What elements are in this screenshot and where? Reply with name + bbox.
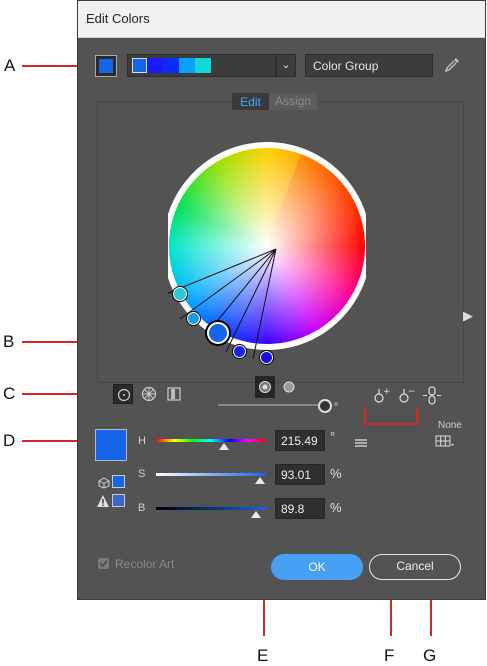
hue-slider[interactable] (156, 439, 266, 442)
cancel-button[interactable]: Cancel (369, 554, 461, 580)
smooth-wheel-icon[interactable] (113, 384, 133, 404)
chevron-down-icon: ⌄ (281, 59, 291, 71)
color-marker[interactable] (233, 345, 246, 358)
callout-b-label: B (3, 332, 15, 351)
color-marker[interactable] (173, 287, 187, 301)
brightness-end-mark (334, 402, 338, 406)
base-color-swatch[interactable] (95, 429, 127, 461)
brightness-slider[interactable] (218, 404, 323, 406)
color-marker[interactable] (260, 351, 273, 364)
callout-d-label: D (3, 431, 16, 450)
eyedropper-icon[interactable] (442, 55, 462, 75)
hue-value-field[interactable]: 215.49 (275, 430, 325, 451)
brightness-unit: % (330, 500, 342, 515)
color-reduction-label: None (438, 420, 462, 431)
hue-label: H (138, 435, 146, 447)
svg-text:−: − (408, 387, 416, 397)
callout-f-label: F (384, 646, 395, 665)
group-swatch[interactable] (195, 58, 211, 73)
saturation-label: S (138, 468, 146, 480)
color-mode-menu-icon[interactable] (354, 435, 368, 447)
saturation-slider-thumb[interactable] (255, 477, 265, 484)
color-group-name-text: Color Group (313, 59, 379, 73)
expand-panel-icon[interactable]: ▶ (463, 308, 473, 324)
brightness-value: 89.8 (281, 502, 305, 516)
recolor-art-label: Recolor Art (115, 557, 175, 571)
out-of-gamut-warning-icon (96, 494, 110, 508)
color-bars-icon[interactable] (164, 384, 184, 404)
hue-value: 215.49 (281, 434, 318, 448)
callout-e-label: E (257, 646, 269, 665)
title-bar: Edit Colors (78, 1, 485, 38)
saturation-unit: % (330, 466, 342, 481)
hue-unit: ° (330, 429, 336, 444)
svg-text:+: + (383, 387, 391, 397)
base-color-marker[interactable] (207, 322, 229, 344)
color-group-swatches[interactable] (127, 54, 276, 77)
show-saturation-icon[interactable] (255, 376, 275, 398)
group-swatch[interactable] (163, 58, 179, 73)
brightness-value-slider-thumb[interactable] (251, 511, 261, 518)
gamut-swatch[interactable] (112, 494, 125, 507)
active-color-fill (99, 59, 113, 73)
ok-button[interactable]: OK (271, 554, 363, 580)
checkbox-icon (98, 558, 109, 569)
color-group-dropdown[interactable]: ⌄ (276, 54, 296, 77)
group-swatch[interactable] (132, 58, 147, 73)
dialog-title: Edit Colors (86, 11, 150, 26)
add-color-tool-icon[interactable]: + (371, 386, 391, 406)
show-brightness-icon[interactable] (279, 376, 299, 398)
web-safe-icon (98, 476, 110, 489)
remove-color-tool-icon[interactable]: − (396, 386, 416, 406)
tab-assign[interactable]: Assign (269, 93, 317, 110)
saturation-slider[interactable] (156, 473, 266, 476)
web-safe-swatch[interactable] (112, 475, 125, 488)
edit-colors-dialog: Edit Colors ⌄ Color Group Edit Assign ▶ … (77, 0, 486, 600)
brightness-label: B (138, 502, 146, 514)
saturation-value-field[interactable]: 93.01 (275, 464, 325, 485)
callout-a-label: A (4, 56, 16, 75)
callout-g-label: G (423, 646, 437, 665)
callout-c-label: C (3, 384, 16, 403)
group-swatch[interactable] (179, 58, 195, 73)
link-harmony-colors-icon[interactable] (421, 384, 443, 408)
brightness-slider-thumb[interactable] (318, 399, 332, 413)
color-marker[interactable] (187, 312, 200, 325)
brightness-value-slider[interactable] (156, 507, 266, 510)
segmented-wheel-icon[interactable] (139, 384, 159, 404)
hue-slider-thumb[interactable] (219, 443, 229, 450)
color-wheel[interactable] (163, 139, 371, 365)
brightness-value-field[interactable]: 89.8 (275, 498, 325, 519)
add-remove-bracket (364, 407, 418, 425)
saturation-value: 93.01 (281, 468, 312, 482)
color-group-name-field[interactable]: Color Group (305, 54, 433, 77)
color-reduction-grid-icon[interactable] (435, 434, 455, 448)
active-color-swatch[interactable] (95, 55, 117, 77)
recolor-art-checkbox[interactable]: Recolor Art (98, 557, 174, 571)
tab-edit[interactable]: Edit (232, 93, 269, 110)
group-swatch[interactable] (147, 58, 163, 73)
